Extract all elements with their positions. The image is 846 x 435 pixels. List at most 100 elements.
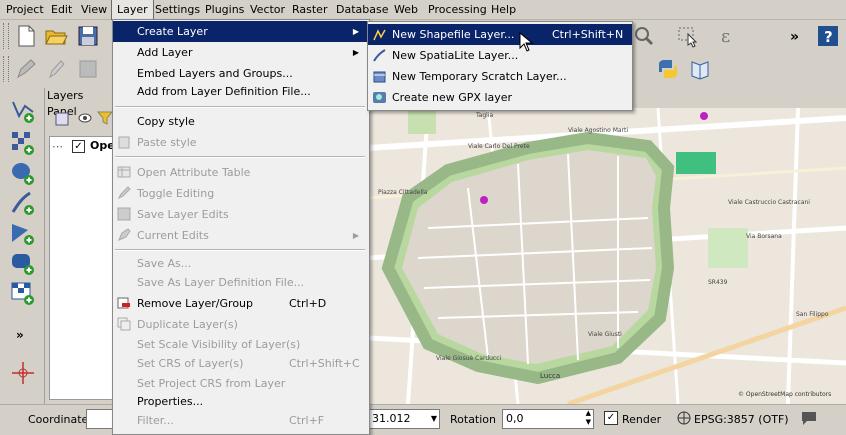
- map-tiles: Viale Agostino Marti Viale Carlo Del Pre…: [368, 108, 846, 404]
- layer-visibility-checkbox[interactable]: ✓: [72, 140, 85, 153]
- layer-name[interactable]: Ope: [90, 139, 115, 152]
- save-project-icon[interactable]: [76, 24, 100, 48]
- menu-item-properties[interactable]: Properties...: [113, 391, 369, 412]
- add-raster-layer-icon[interactable]: [10, 130, 36, 156]
- new-scratch-layer-icon: [372, 69, 387, 84]
- menu-separator: [115, 106, 365, 108]
- map-canvas[interactable]: Viale Agostino Marti Viale Carlo Del Pre…: [368, 108, 846, 404]
- menu-vector[interactable]: Vector: [245, 0, 290, 19]
- crosshair-icon[interactable]: [10, 360, 36, 386]
- svg-text:?: ?: [824, 28, 833, 46]
- toolbar-overflow-icon[interactable]: »: [10, 328, 36, 342]
- add-spatialite-layer-icon[interactable]: [10, 190, 36, 216]
- dropdown-arrow-icon[interactable]: ▼: [431, 410, 437, 428]
- expression-select-icon[interactable]: ε: [716, 24, 740, 48]
- menu-bar: Project Edit View Layer Settings Plugins…: [0, 0, 846, 20]
- submenu-arrow-icon: ▶: [352, 27, 359, 36]
- duplicate-icon: [117, 317, 131, 331]
- add-vector-layer-icon[interactable]: [10, 98, 36, 124]
- menu-item-remove-layer[interactable]: Remove Layer/Group Ctrl+D: [113, 293, 369, 314]
- metasearch-icon[interactable]: [688, 57, 712, 81]
- menu-plugins[interactable]: Plugins: [200, 0, 249, 19]
- rotation-value: 0,0: [506, 412, 524, 425]
- map-label: SR439: [708, 279, 728, 286]
- menu-item-open-attribute-table[interactable]: Open Attribute Table: [113, 162, 369, 183]
- new-project-icon[interactable]: [14, 24, 38, 48]
- menu-item-current-edits[interactable]: Current Edits ▶: [113, 225, 369, 246]
- map-attribution: © OpenStreetMap contributors: [738, 391, 831, 398]
- menu-raster[interactable]: Raster: [287, 0, 332, 19]
- toolbar-overflow-icon[interactable]: »: [786, 24, 810, 48]
- menu-database[interactable]: Database: [331, 0, 394, 19]
- add-wfs-layer-icon[interactable]: [10, 280, 36, 306]
- save-edits-icon: [117, 207, 131, 221]
- toolbar-grip[interactable]: [3, 23, 9, 49]
- layers-panel: Layers Panel ⋯ ✓ Ope: [44, 88, 115, 404]
- map-label: Viale Giosuè Carducci: [436, 355, 502, 362]
- rotation-spinbox[interactable]: 0,0 ▲ ▼: [502, 409, 594, 429]
- filter-legend-icon[interactable]: [96, 110, 114, 126]
- map-label: Viale Carlo Del Prete: [468, 143, 530, 150]
- menu-item-save-layer-edits[interactable]: Save Layer Edits: [113, 204, 369, 225]
- help-icon[interactable]: ?: [816, 24, 840, 48]
- menu-item-duplicate-layer[interactable]: Duplicate Layer(s): [113, 314, 369, 335]
- current-edits-icon[interactable]: [14, 57, 38, 81]
- menu-item-add-layer-definition[interactable]: Add from Layer Definition File...: [113, 81, 369, 102]
- menu-item-create-layer[interactable]: Create Layer ▶: [113, 21, 369, 42]
- submenu-arrow-icon: ▶: [352, 231, 359, 240]
- menu-separator: [115, 156, 365, 158]
- menu-item-toggle-editing[interactable]: Toggle Editing: [113, 183, 369, 204]
- tree-expander[interactable]: ⋯: [52, 140, 63, 153]
- scale-value: 31.012: [372, 412, 411, 425]
- map-label: Viale Agostino Marti: [568, 127, 628, 134]
- add-wms-layer-icon[interactable]: [10, 220, 36, 246]
- menu-processing[interactable]: Processing: [423, 0, 492, 19]
- menu-item-new-temporary-scratch-layer[interactable]: New Temporary Scratch Layer...: [368, 66, 632, 87]
- menu-item-save-as[interactable]: Save As...: [113, 253, 369, 274]
- add-postgis-layer-icon[interactable]: [10, 160, 36, 186]
- open-layer-styling-icon[interactable]: [55, 110, 71, 126]
- save-edits-icon[interactable]: [76, 57, 100, 81]
- menu-web[interactable]: Web: [389, 0, 423, 19]
- menu-view[interactable]: View: [76, 0, 112, 19]
- messages-icon[interactable]: [800, 410, 818, 426]
- current-edits-icon: [117, 228, 131, 242]
- menu-item-paste-style[interactable]: Paste style: [113, 132, 369, 153]
- add-wcs-layer-icon[interactable]: [10, 250, 36, 276]
- open-project-icon[interactable]: [44, 24, 68, 48]
- scale-combo[interactable]: 31.012 ▼: [368, 409, 440, 429]
- menu-item-new-shapefile-layer[interactable]: New Shapefile Layer... Ctrl+Shift+N: [368, 24, 632, 45]
- menu-item-new-spatialite-layer[interactable]: New SpatiaLite Layer...: [368, 45, 632, 66]
- menu-item-copy-style[interactable]: Copy style: [113, 111, 369, 132]
- map-label: San Filippo: [796, 311, 829, 318]
- menu-item-create-gpx-layer[interactable]: Create new GPX layer: [368, 87, 632, 108]
- menu-project[interactable]: Project: [1, 0, 49, 19]
- menu-item-save-as-layer-definition[interactable]: Save As Layer Definition File...: [113, 272, 369, 293]
- select-features-icon[interactable]: [676, 24, 700, 48]
- render-label: Render: [622, 413, 662, 426]
- spin-arrows-icon[interactable]: ▲ ▼: [586, 409, 591, 427]
- menu-item-set-crs[interactable]: Set CRS of Layer(s) Ctrl+Shift+C: [113, 353, 369, 374]
- crs-status[interactable]: EPSG:3857 (OTF): [694, 413, 789, 426]
- new-shapefile-icon: [372, 27, 387, 42]
- map-label: Lucca: [540, 372, 560, 380]
- menu-help[interactable]: Help: [486, 0, 521, 19]
- crs-globe-icon[interactable]: [676, 410, 692, 426]
- toolbar-grip[interactable]: [3, 56, 9, 82]
- coordinate-input[interactable]: [86, 409, 114, 429]
- menu-edit[interactable]: Edit: [46, 0, 77, 19]
- layers-panel-title: Layers Panel: [47, 89, 84, 118]
- menu-item-filter[interactable]: Filter... Ctrl+F: [113, 410, 369, 431]
- layer-menu: Create Layer ▶ Add Layer ▶ Embed Layers …: [112, 19, 370, 435]
- python-console-icon[interactable]: [656, 57, 680, 81]
- menu-item-set-scale-visibility[interactable]: Set Scale Visibility of Layer(s): [113, 334, 369, 355]
- menu-settings[interactable]: Settings: [150, 0, 205, 19]
- visibility-eye-icon[interactable]: [77, 110, 93, 126]
- zoom-icon[interactable]: [632, 24, 656, 48]
- toggle-editing-icon[interactable]: [44, 57, 68, 81]
- menu-layer[interactable]: Layer: [111, 0, 154, 20]
- layer-tree: ⋯ ✓ Ope: [49, 136, 115, 400]
- menu-item-add-layer[interactable]: Add Layer ▶: [113, 42, 369, 63]
- render-checkbox[interactable]: ✓: [604, 411, 618, 425]
- svg-text:»: »: [790, 29, 799, 45]
